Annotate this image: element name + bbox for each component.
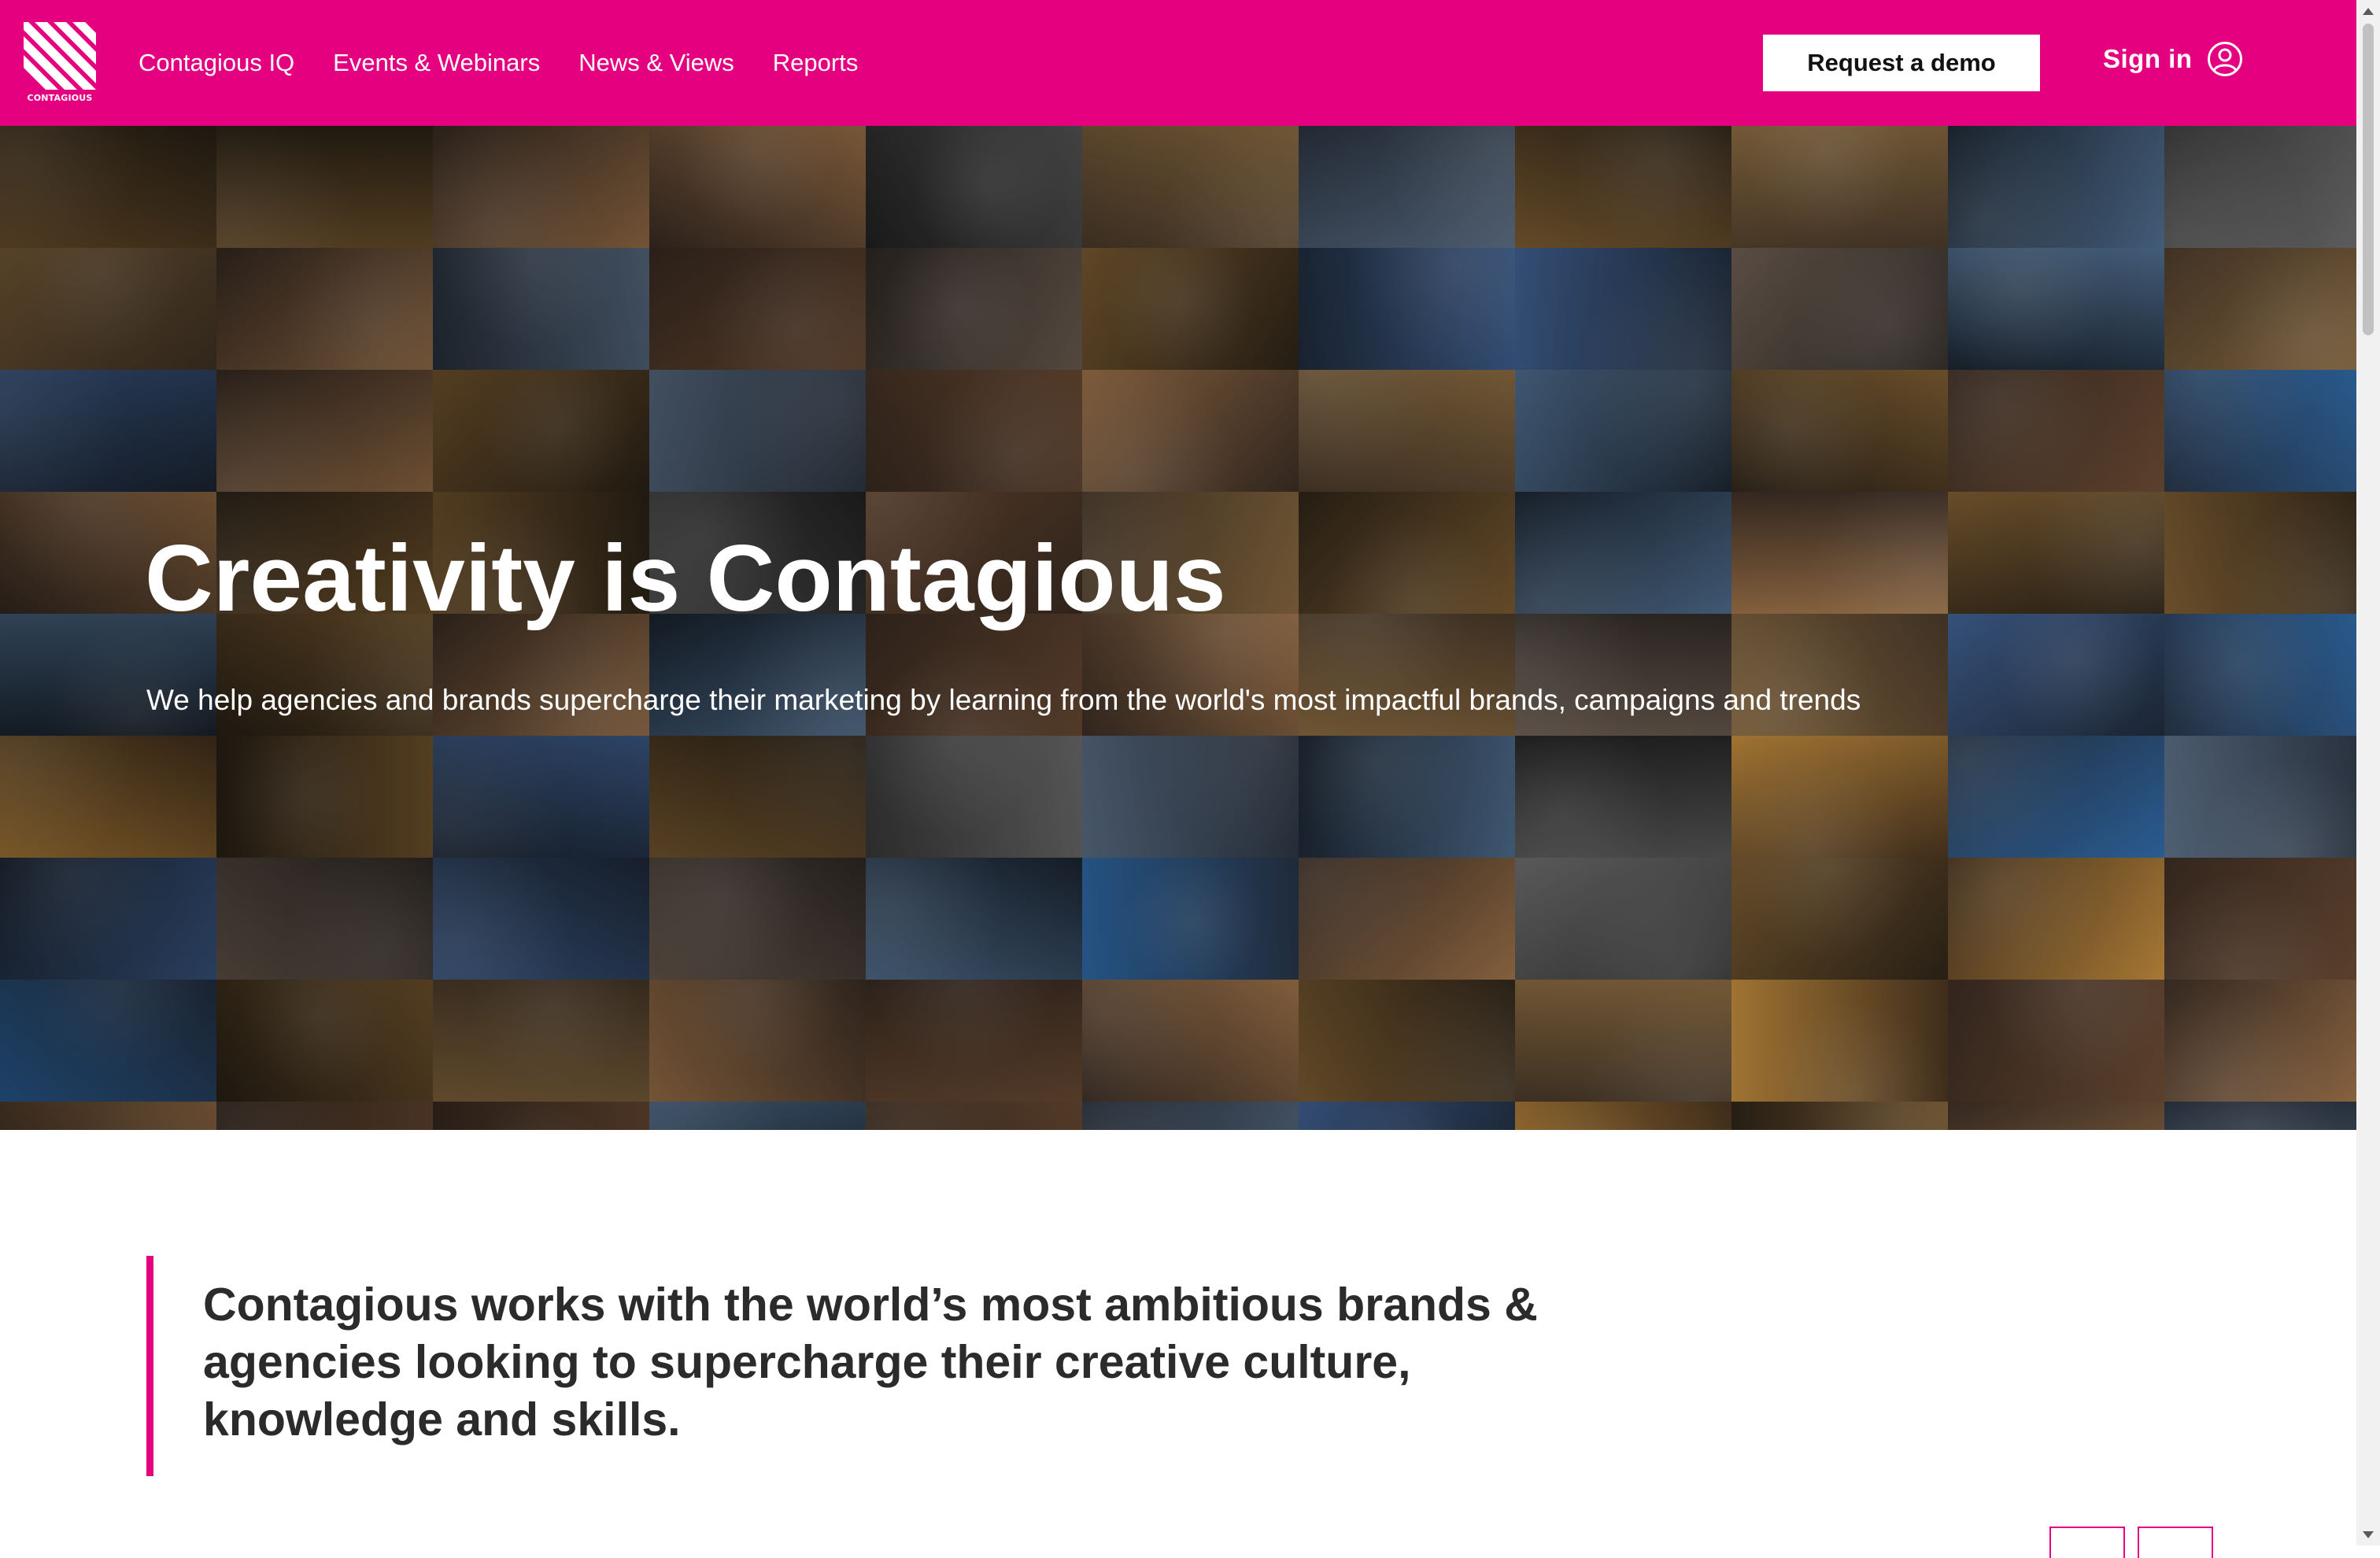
- nav-item-contagious-iq[interactable]: Contagious IQ: [139, 44, 294, 82]
- nav-item-news-views[interactable]: News & Views: [578, 44, 734, 82]
- user-circle-icon: [2207, 42, 2242, 76]
- main-nav: Contagious IQ Events & Webinars News & V…: [139, 44, 858, 82]
- scrollbar-thumb[interactable]: [2363, 24, 2374, 335]
- carousel-next-button[interactable]: [2138, 1527, 2213, 1558]
- logo-wordmark: CONTAGIOUS: [27, 93, 93, 103]
- intro-accent-bar: [146, 1256, 153, 1476]
- sign-in-label: Sign in: [2103, 44, 2193, 73]
- contagious-logo[interactable]: CONTAGIOUS: [24, 22, 96, 104]
- request-demo-button[interactable]: Request a demo: [1763, 35, 2040, 91]
- intro-statement: Contagious works with the world’s most a…: [203, 1279, 1538, 1445]
- scroll-up-arrow-icon[interactable]: [2363, 8, 2374, 15]
- sign-in-link[interactable]: Sign in: [2103, 41, 2243, 77]
- hero-section: Creativity is Contagious We help agencie…: [0, 126, 2356, 1130]
- site-header: CONTAGIOUS Contagious IQ Events & Webina…: [0, 0, 2356, 126]
- page-scrollbar[interactable]: [2356, 0, 2380, 1545]
- scroll-down-arrow-icon[interactable]: [2363, 1531, 2374, 1538]
- nav-item-events-webinars[interactable]: Events & Webinars: [333, 44, 540, 82]
- hero-title: Creativity is Contagious: [145, 526, 1226, 631]
- carousel-prev-button[interactable]: [2049, 1527, 2125, 1558]
- logo-stripes-icon: [24, 22, 96, 90]
- nav-item-reports[interactable]: Reports: [773, 44, 859, 82]
- hero-subtitle: We help agencies and brands supercharge …: [146, 684, 1861, 716]
